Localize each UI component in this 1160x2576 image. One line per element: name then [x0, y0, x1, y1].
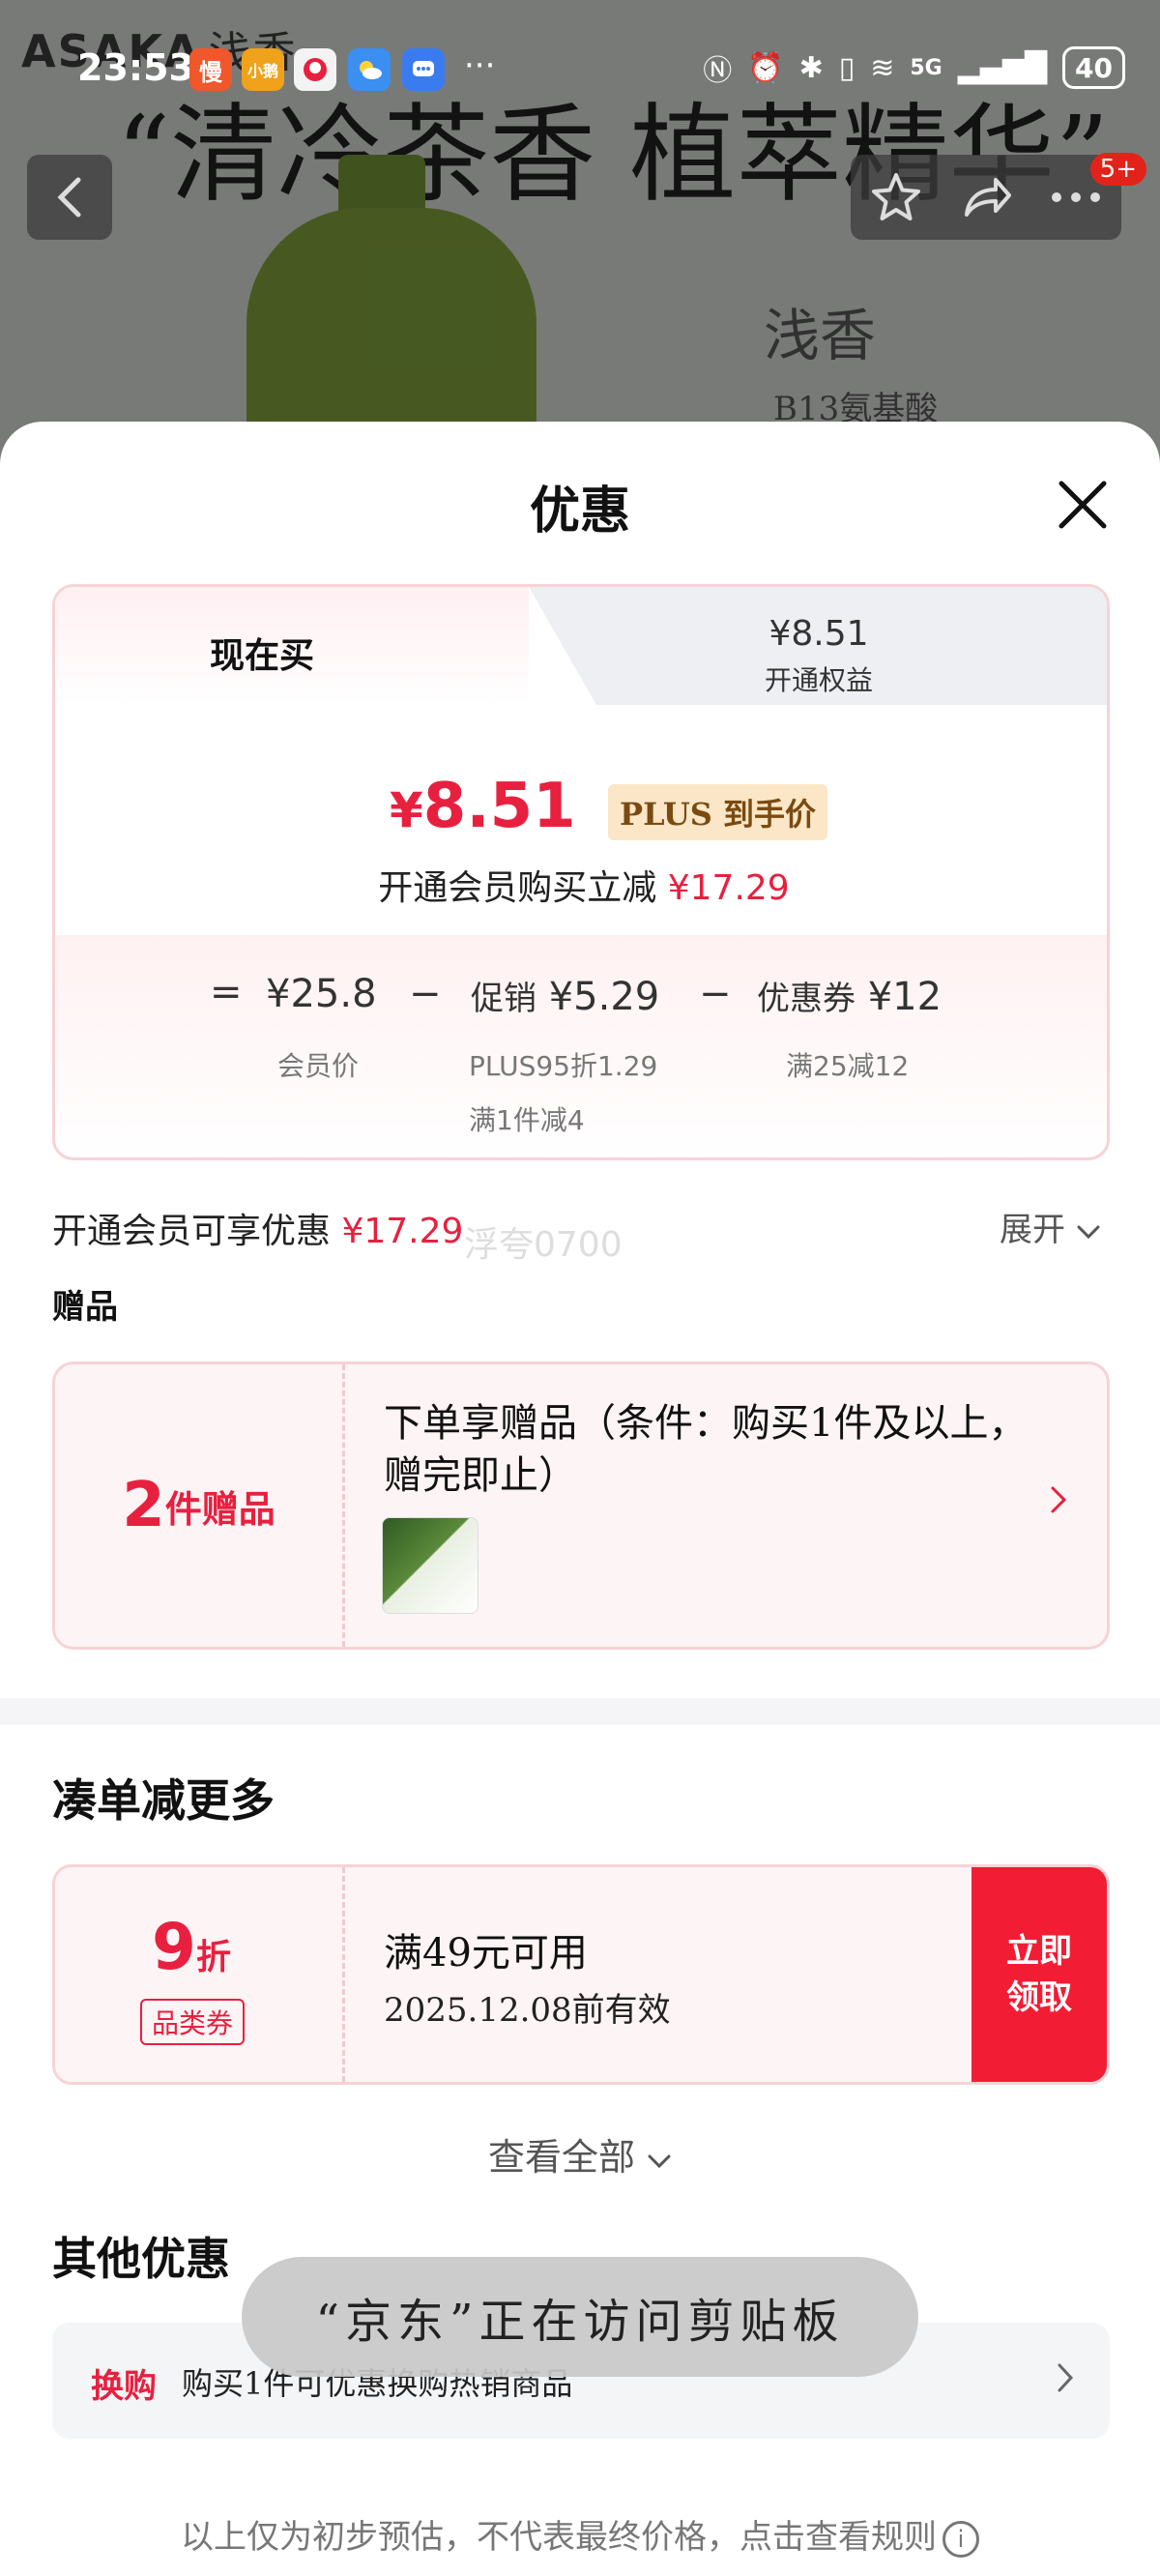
tab-buy-now-label: 现在买 [210, 635, 315, 676]
system-icons: Ⓝ ⏰ ✱ ▯ ≋ 5G ▂▄▆█ 40 [703, 46, 1125, 89]
coupon-expiry: 2025.12.08前有效 [384, 1991, 671, 2030]
coupon-amount: 优惠券 ¥12 [757, 975, 942, 1019]
trade-in-tag: 换购 [91, 2367, 157, 2406]
alarm-icon: ⏰ [747, 50, 784, 85]
promo-amount: 促销 ¥5.29 [471, 975, 660, 1019]
chevron-left-icon [57, 177, 81, 218]
message-app-icon [402, 48, 445, 91]
chevron-right-icon [1058, 2363, 1074, 2392]
member-save-text: 开通会员购买立减 ¥17.29 [378, 868, 790, 908]
gift-card[interactable]: 2 件赠品 下单享赠品（条件：购买1件及以上，赠完即止） [52, 1361, 1110, 1650]
pointer-caret [558, 918, 589, 935]
member-benefit-line: 开通会员可享优惠 ¥17.29 [52, 1212, 464, 1251]
tab-membership-label: 开通权益 [764, 664, 873, 696]
member-price-label: 会员价 [277, 1050, 360, 1082]
member-price-value: ¥25.8 [266, 972, 377, 1016]
back-button[interactable] [27, 155, 112, 240]
price-breakdown-card: ¥8.51 开通权益 现在买 ¥8.51 PLUS 到手价 开通会员购买立减 ¥… [52, 584, 1110, 1160]
tab-membership-price: ¥8.51 [768, 614, 869, 654]
info-icon: i [942, 2521, 979, 2558]
section-divider [0, 1698, 1160, 1725]
view-all-button[interactable]: 查看全部 [0, 2127, 1160, 2181]
gift-count: 2 [122, 1470, 165, 1541]
coupon-category-tag: 品类券 [140, 1999, 246, 2045]
expand-button[interactable]: 展开 [1000, 1203, 1101, 1250]
vibrate-icon: ▯ [838, 50, 856, 85]
plus-price-tag: PLUS 到手价 [608, 784, 827, 840]
status-time: 23:53 [77, 46, 194, 89]
bundle-section-title: 凑单减更多 [52, 1774, 275, 1827]
coupon-discount-area: 9折 品类券 [55, 1867, 345, 2082]
bluetooth-icon: ✱ [798, 50, 824, 85]
share-icon[interactable] [959, 170, 1013, 224]
other-section-title: 其他优惠 [52, 2233, 230, 2285]
promo-detail: PLUS95折1.29 [469, 1050, 658, 1082]
gift-unit: 件赠品 [164, 1487, 276, 1531]
more-options-icon[interactable] [1049, 188, 1103, 207]
wifi-icon: ≋ [870, 50, 895, 85]
coupon-detail: 满25减12 [786, 1050, 910, 1082]
network-type: 5G [910, 55, 942, 80]
minus-sign: − [409, 972, 442, 1016]
clipboard-toast: “京东”正在访问剪贴板 [242, 2257, 918, 2377]
battery-indicator: 40 [1062, 46, 1125, 89]
category-coupon: 9折 品类券 满49元可用 2025.12.08前有效 立即领取 [52, 1864, 1110, 2085]
chevron-down-icon [1077, 1225, 1100, 1240]
nfc-icon: Ⓝ [703, 54, 733, 88]
promo-detail: 满1件减4 [469, 1104, 585, 1136]
close-icon[interactable] [1054, 476, 1112, 534]
coupon-condition: 满49元可用 [384, 1931, 588, 1976]
tab-membership-content[interactable]: ¥8.51 开通权益 [577, 614, 1060, 698]
discount-sheet: 优惠 ¥8.51 开通权益 现在买 ¥8.51 PLUS 到手价 开通会员购买立… [0, 422, 1160, 2576]
final-price: ¥8.51 [390, 771, 576, 842]
gift-count-area: 2 件赠品 [55, 1364, 345, 1647]
watermark-text: 浮夸0700 [464, 1225, 623, 1265]
top-actions [851, 155, 1121, 240]
gift-description: 下单享赠品（条件：购买1件及以上，赠完即止） [384, 1401, 1028, 1498]
more-notifications-icon: ··· [464, 46, 496, 85]
gift-section-title: 赠品 [52, 1288, 118, 1327]
equals-sign: = [210, 970, 243, 1014]
app-notification-icon: 小鹅 [242, 48, 284, 91]
app-notification-icon [294, 48, 336, 91]
minus-sign: − [699, 972, 732, 1016]
footer-rules-link[interactable]: 以上仅为初步预估，不代表最终价格，点击查看规则 i [0, 2510, 1160, 2558]
claim-coupon-button[interactable]: 立即领取 [972, 1867, 1107, 2082]
coupon-discount: 9折 [152, 1910, 231, 1984]
gift-thumbnail[interactable] [382, 1517, 478, 1614]
weather-app-icon [348, 48, 391, 91]
sheet-title: 优惠 [529, 483, 630, 541]
status-bar: 23:53 慢 小鹅 ··· Ⓝ ⏰ ✱ ▯ ≋ 5G ▂▄▆█ 40 [0, 0, 1160, 135]
chevron-down-icon [648, 2154, 671, 2169]
notification-badge: 5+ [1089, 153, 1146, 186]
tab-buy-now[interactable]: 现在买 [55, 587, 529, 705]
favorite-star-icon[interactable] [869, 170, 923, 224]
app-notification-icon: 慢 [189, 48, 232, 91]
chevron-right-icon [1051, 1486, 1067, 1513]
signal-icon: ▂▄▆█ [957, 50, 1048, 85]
